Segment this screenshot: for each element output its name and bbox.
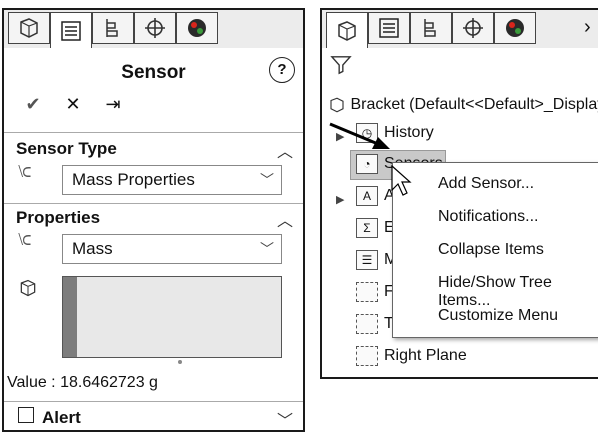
callout-overlay — [329, 122, 412, 196]
callout-arrow-icon — [329, 122, 390, 149]
mouse-cursor-icon — [391, 164, 412, 196]
